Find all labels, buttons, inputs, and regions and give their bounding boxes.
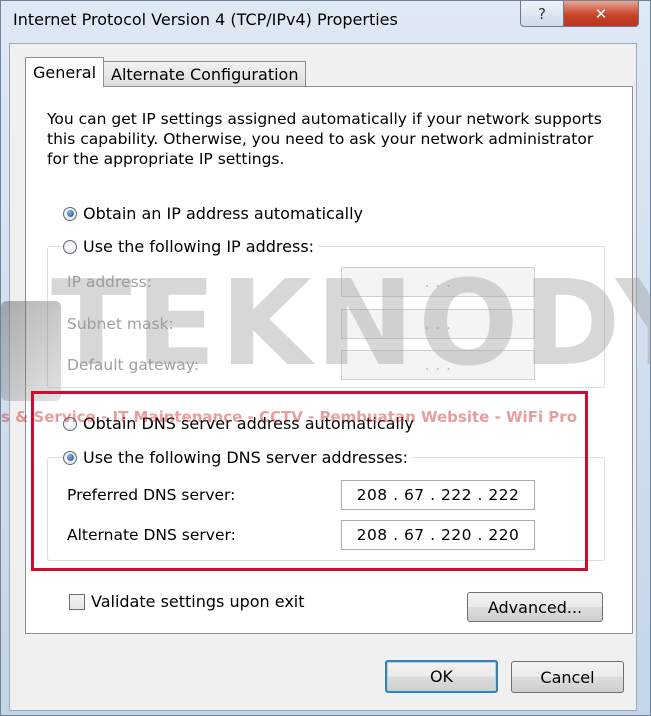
dns-manual-option[interactable]: Use the following DNS server addresses: [63, 448, 413, 467]
help-button[interactable]: ? [520, 1, 564, 27]
ip-address-label: IP address: [67, 273, 152, 291]
ip-manual-label: Use the following IP address: [83, 237, 315, 256]
dns-manual-radio[interactable] [63, 450, 77, 465]
help-icon: ? [538, 4, 546, 23]
dialog-window: Internet Protocol Version 4 (TCP/IPv4) P… [0, 0, 651, 716]
alternate-dns-label: Alternate DNS server: [67, 526, 236, 544]
validate-checkbox[interactable] [69, 593, 85, 610]
ip-auto-radio[interactable] [63, 206, 77, 221]
subnet-mask-label: Subnet mask: [67, 315, 174, 333]
validate-label: Validate settings upon exit [91, 592, 305, 611]
ip-auto-option[interactable]: Obtain an IP address automatically [63, 204, 363, 223]
ip-address-field[interactable]: . . . [341, 267, 535, 297]
preferred-dns-field[interactable]: 208 . 67 . 222 . 222 [341, 480, 535, 510]
window-title: Internet Protocol Version 4 (TCP/IPv4) P… [13, 10, 398, 29]
ip-manual-radio[interactable] [63, 239, 77, 254]
tab-general[interactable]: General [25, 57, 105, 87]
ip-manual-option[interactable]: Use the following IP address: [63, 237, 319, 256]
dns-auto-radio[interactable] [63, 416, 77, 431]
ip-auto-label: Obtain an IP address automatically [83, 204, 364, 223]
default-gateway-label: Default gateway: [67, 356, 199, 374]
tab-alternate-configuration[interactable]: Alternate Configuration [103, 61, 307, 87]
default-gateway-field[interactable]: . . . [341, 350, 535, 380]
preferred-dns-label: Preferred DNS server: [67, 486, 236, 504]
dns-auto-option[interactable]: Obtain DNS server address automatically [63, 414, 414, 433]
advanced-button[interactable]: Advanced... [467, 592, 603, 622]
subnet-mask-field[interactable]: . . . [341, 309, 535, 339]
intro-text: You can get IP settings assigned automat… [47, 110, 602, 168]
close-icon: ✕ [594, 4, 608, 23]
close-button[interactable]: ✕ [563, 1, 639, 27]
dns-auto-label: Obtain DNS server address automatically [83, 414, 414, 433]
alternate-dns-field[interactable]: 208 . 67 . 220 . 220 [341, 520, 535, 550]
cancel-button[interactable]: Cancel [511, 661, 624, 693]
dns-manual-label: Use the following DNS server addresses: [83, 448, 409, 467]
validate-option[interactable]: Validate settings upon exit [69, 592, 305, 611]
ok-button[interactable]: OK [385, 660, 498, 693]
